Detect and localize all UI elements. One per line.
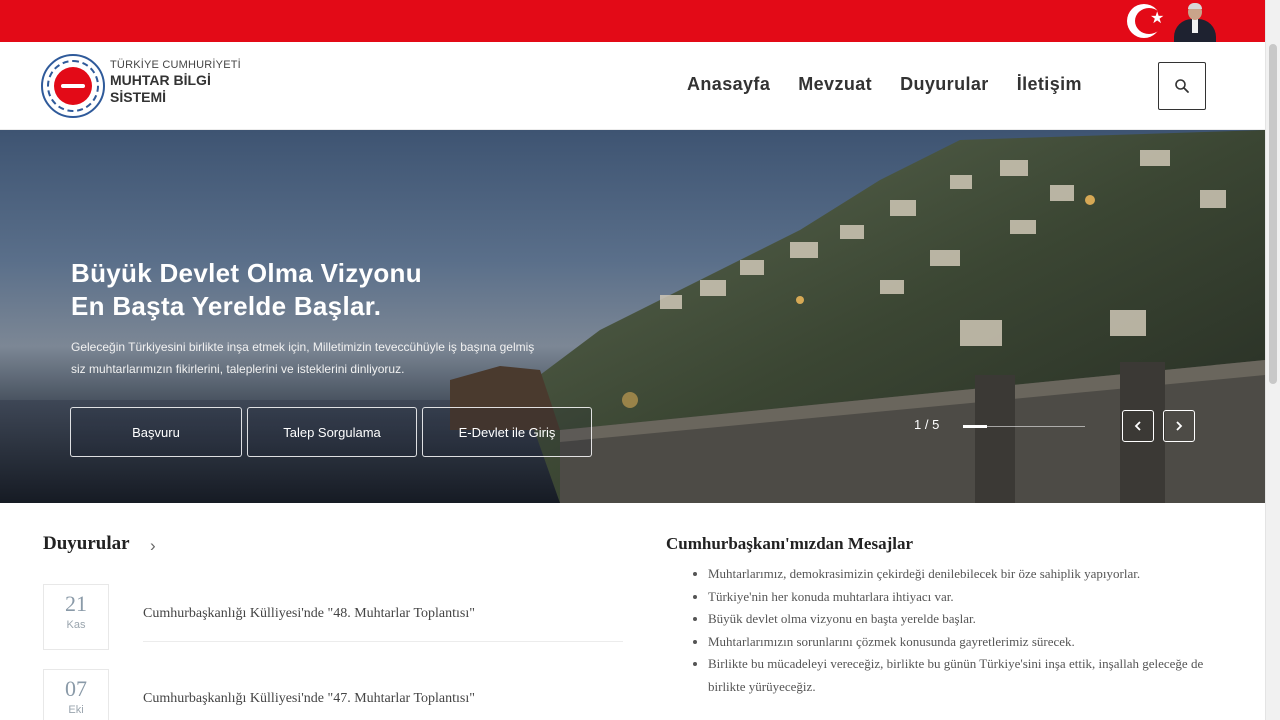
hero-title-line-2: En Başta Yerelde Başlar. [71, 291, 382, 321]
message-item: Türkiye'nin her konuda muhtarlara ihtiya… [708, 586, 1208, 609]
date-month: Kas [66, 619, 86, 631]
announcement-link[interactable]: Cumhurbaşkanlığı Külliyesi'nde "48. Muht… [143, 606, 623, 622]
hero-description: Geleceğin Türkiyesini birlikte inşa etme… [71, 336, 571, 380]
chevron-left-icon [1134, 421, 1141, 431]
scrollbar-thumb[interactable] [1269, 44, 1277, 384]
nav-iletisim[interactable]: İletişim [1017, 74, 1082, 95]
announcement-item[interactable]: 21 Kas Cumhurbaşkanlığı Külliyesi'nde "4… [43, 584, 623, 652]
hero-title-line-1: Büyük Devlet Olma Vizyonu [71, 258, 422, 288]
message-item: Büyük devlet olma vizyonu en başta yerel… [708, 608, 1208, 631]
e-devlet-login-button[interactable]: E-Devlet ile Giriş [422, 407, 592, 457]
slider-next-button[interactable] [1163, 410, 1195, 442]
top-flag-bar: ★ [0, 0, 1265, 42]
message-item: Muhtarlarımızın sorunlarını çözmek konus… [708, 631, 1208, 654]
date-day: 21 [65, 591, 87, 616]
star-icon: ★ [1150, 8, 1165, 27]
nav-anasayfa[interactable]: Anasayfa [687, 74, 770, 95]
talep-sorgulama-button[interactable]: Talep Sorgulama [247, 407, 417, 457]
message-item: Birlikte bu mücadeleyi vereceğiz, birlik… [708, 653, 1208, 698]
search-button[interactable] [1158, 62, 1206, 110]
announcements-title[interactable]: Duyurular [43, 533, 130, 555]
nav-duyurular[interactable]: Duyurular [900, 74, 989, 95]
slide-progress [963, 425, 1085, 428]
president-portrait [1168, 0, 1220, 42]
divider [143, 641, 623, 642]
date-badge: 07 Eki [43, 669, 109, 720]
slide-counter: 1 / 5 [914, 417, 940, 432]
logo-line-1: TÜRKİYE CUMHURİYETİ [110, 59, 241, 71]
logo-text[interactable]: TÜRKİYE CUMHURİYETİ MUHTAR BİLGİ SİSTEMİ [110, 59, 241, 106]
hero-text-line-1: Geleceğin Türkiyesini birlikte inşa etme… [71, 340, 535, 354]
messages-list: Muhtarlarımız, demokrasimizin çekirdeği … [688, 563, 1208, 698]
logo-seal[interactable] [41, 54, 105, 118]
messages-title: Cumhurbaşkanı'mızdan Mesajlar [666, 534, 913, 553]
hero-title: Büyük Devlet Olma Vizyonu En Başta Yerel… [71, 257, 422, 323]
logo-line-2: MUHTAR BİLGİ [110, 72, 211, 88]
nav-mevzuat[interactable]: Mevzuat [798, 74, 872, 95]
date-month: Eki [68, 704, 84, 716]
announcement-item[interactable]: 07 Eki Cumhurbaşkanlığı Külliyesi'nde "4… [43, 669, 623, 720]
basvuru-button[interactable]: Başvuru [70, 407, 242, 457]
search-icon [1175, 79, 1189, 93]
site-header: TÜRKİYE CUMHURİYETİ MUHTAR BİLGİ SİSTEMİ… [0, 42, 1265, 130]
hero-slider: Büyük Devlet Olma Vizyonu En Başta Yerel… [0, 130, 1265, 503]
hero-text-line-2: siz muhtarlarımızın fikirlerini, taleple… [71, 362, 405, 376]
page-scrollbar[interactable] [1265, 0, 1280, 720]
chevron-right-icon [1176, 421, 1183, 431]
hero-button-group: Başvuru Talep Sorgulama E-Devlet ile Gir… [70, 407, 592, 457]
main-nav: Anasayfa Mevzuat Duyurular İletişim [687, 74, 1082, 95]
announcement-link[interactable]: Cumhurbaşkanlığı Külliyesi'nde "47. Muht… [143, 691, 623, 707]
date-day: 07 [65, 676, 87, 701]
message-item: Muhtarlarımız, demokrasimizin çekirdeği … [708, 563, 1208, 586]
slider-prev-button[interactable] [1122, 410, 1154, 442]
logo-line-3: SİSTEMİ [110, 89, 167, 105]
date-badge: 21 Kas [43, 584, 109, 650]
chevron-right-icon[interactable]: › [150, 536, 156, 556]
